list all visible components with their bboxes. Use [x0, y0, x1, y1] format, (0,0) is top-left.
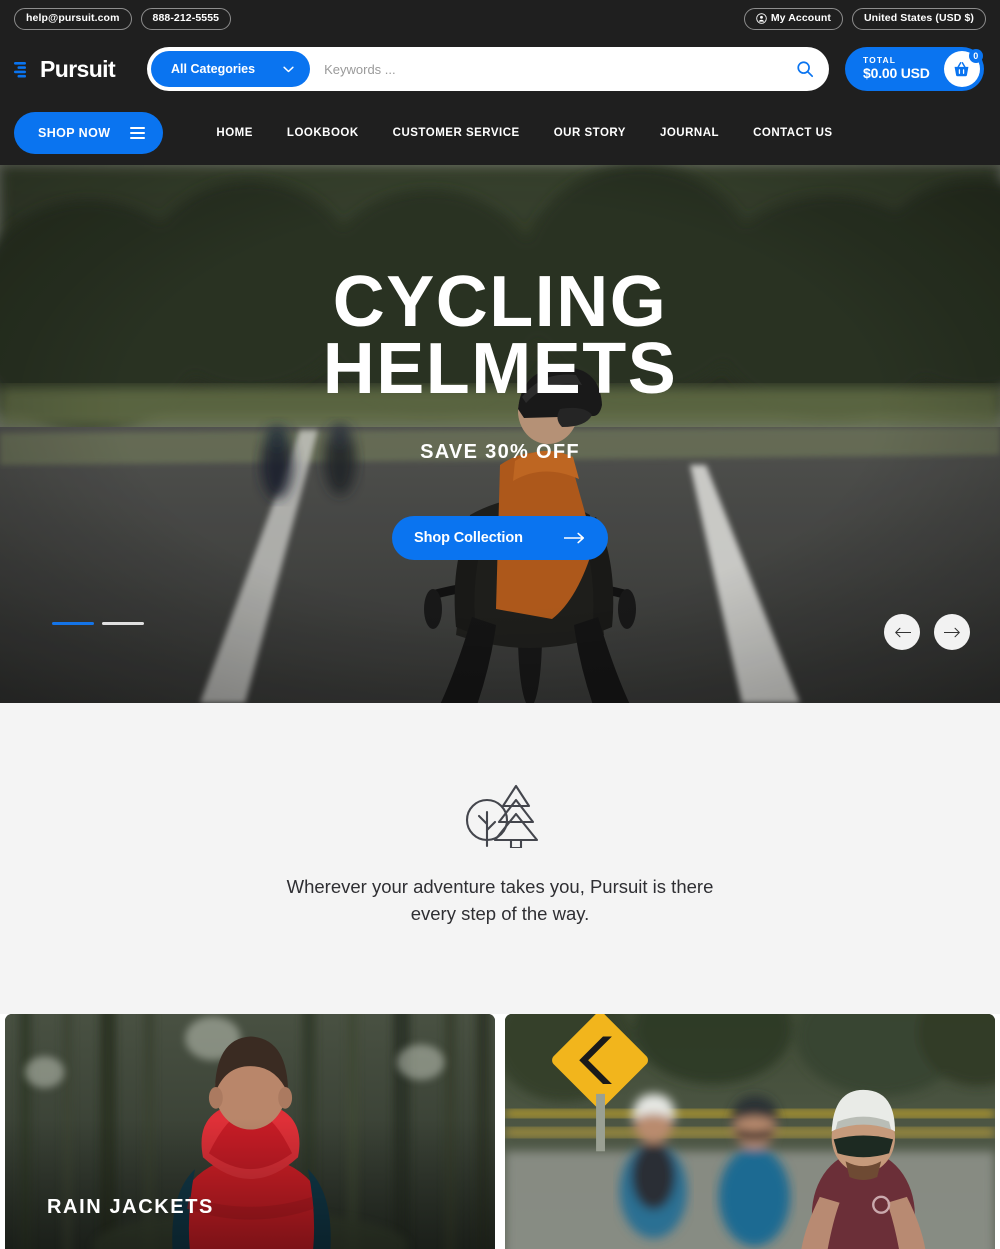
hero-title-line-1: CYCLING	[332, 262, 668, 342]
hero-prev-button[interactable]	[884, 614, 920, 650]
brand-promise-section: Wherever your adventure takes you, Pursu…	[0, 703, 1000, 1014]
cart-button[interactable]: TOTAL $0.00 USD 0	[845, 47, 984, 91]
hero-title-line-2: HELMETS	[322, 328, 678, 409]
main-header: Pursuit All Categories TOTAL $0.00 USD	[0, 38, 1000, 100]
user-icon	[756, 13, 767, 24]
hero-slide-indicators	[52, 622, 144, 625]
brand-promise-text: Wherever your adventure takes you, Pursu…	[286, 876, 714, 924]
email-pill-label: help@pursuit.com	[26, 11, 120, 24]
cart-totals: TOTAL $0.00 USD	[863, 54, 930, 83]
trees-icon	[465, 785, 539, 849]
hero-slide-indicator-2[interactable]	[102, 622, 144, 625]
logo-text: Pursuit	[40, 55, 116, 82]
hero-title: CYCLING HELMETS	[322, 262, 678, 409]
primary-navigation: SHOP NOW HOME LOOKBOOK CUSTOMER SERVICE …	[0, 100, 1000, 165]
hero-slider: CYCLING HELMETS SAVE 30% OFF Shop Collec…	[0, 165, 1000, 703]
hero-content: CYCLING HELMETS SAVE 30% OFF Shop Collec…	[0, 165, 1000, 703]
nav-item-home[interactable]: HOME	[199, 127, 270, 139]
nav-item-customer-service[interactable]: CUSTOMER SERVICE	[376, 127, 537, 139]
cycling-image	[505, 1014, 995, 1249]
cart-total-label: TOTAL	[863, 54, 897, 65]
hero-next-button[interactable]	[934, 614, 970, 650]
locale-pill[interactable]: United States (USD $)	[851, 7, 986, 31]
shop-now-label: SHOP NOW	[38, 125, 111, 140]
hero-slide-indicator-1[interactable]	[52, 622, 94, 625]
search-icon	[797, 61, 814, 78]
hero-subtitle: SAVE 30% OFF	[420, 440, 580, 463]
search-submit-button[interactable]	[785, 51, 825, 87]
phone-pill-label: 888-212-5555	[152, 11, 220, 24]
category-cards: RAIN JACKETS	[0, 1014, 1000, 1249]
chevron-down-icon	[283, 66, 294, 72]
nav-item-journal[interactable]: JOURNAL	[643, 127, 736, 139]
cart-item-count-badge: 0	[968, 49, 983, 63]
my-account-pill[interactable]: My Account	[743, 7, 843, 31]
shop-collection-label: Shop Collection	[414, 529, 523, 546]
shop-now-button[interactable]: SHOP NOW	[14, 111, 164, 154]
all-categories-dropdown[interactable]: All Categories	[151, 51, 311, 87]
phone-pill[interactable]: 888-212-5555	[140, 7, 232, 31]
site-logo[interactable]: Pursuit	[14, 55, 116, 83]
cart-total-amount: $0.00 USD	[863, 65, 930, 82]
contact-pill-group: help@pursuit.com 888-212-5555	[14, 7, 232, 31]
all-categories-label: All Categories	[171, 62, 256, 76]
locale-label: United States (USD $)	[863, 11, 974, 24]
hamburger-menu-icon	[130, 126, 146, 139]
nav-links: HOME LOOKBOOK CUSTOMER SERVICE OUR STORY…	[199, 127, 849, 139]
nav-item-contact-us[interactable]: CONTACT US	[736, 127, 850, 139]
search-bar: All Categories	[147, 47, 830, 91]
account-pill-group: My Account United States (USD $)	[743, 7, 986, 31]
hero-navigation-arrows	[884, 614, 970, 650]
cart-icon-circle: 0	[943, 49, 983, 87]
nav-item-our-story[interactable]: OUR STORY	[537, 127, 643, 139]
arrow-right-icon	[943, 627, 960, 637]
category-card-cycling[interactable]	[505, 1014, 995, 1249]
my-account-label: My Account	[770, 11, 831, 24]
nav-item-lookbook[interactable]: LOOKBOOK	[270, 127, 376, 139]
search-input[interactable]	[310, 61, 786, 77]
logo-bars-icon	[14, 61, 26, 77]
shop-collection-button[interactable]: Shop Collection	[392, 515, 608, 560]
category-card-title: RAIN JACKETS	[47, 1196, 214, 1218]
arrow-right-icon	[564, 532, 585, 544]
basket-icon	[954, 61, 969, 76]
top-utility-bar: help@pursuit.com 888-212-5555 My Account…	[0, 0, 1000, 38]
email-pill[interactable]: help@pursuit.com	[14, 7, 132, 31]
category-card-rain-jackets[interactable]: RAIN JACKETS	[5, 1014, 495, 1249]
arrow-left-icon	[894, 627, 911, 637]
